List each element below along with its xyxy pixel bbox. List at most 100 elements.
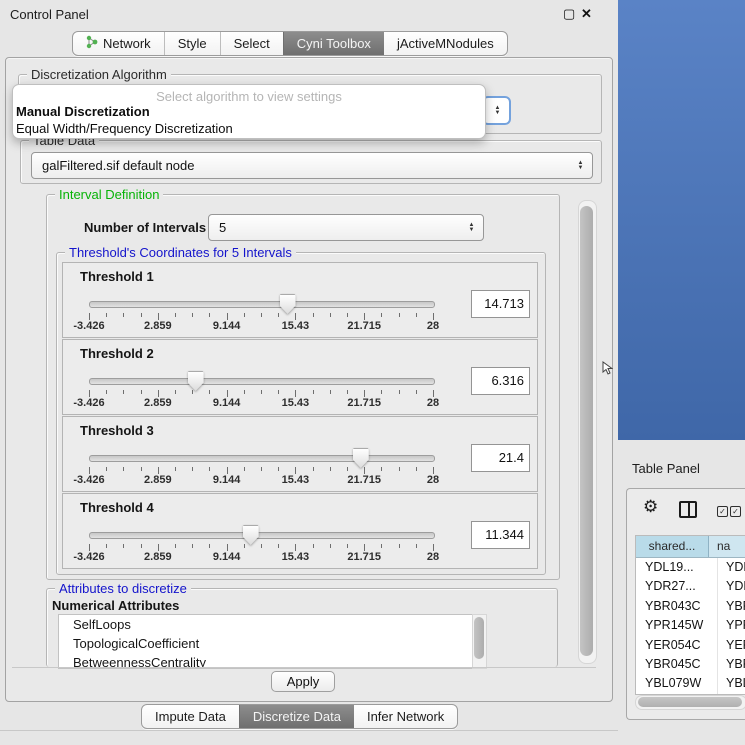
tab-discretize-data[interactable]: Discretize Data bbox=[239, 705, 354, 728]
threshold-value-field[interactable]: 21.4 bbox=[471, 444, 530, 472]
column-header-shared-name[interactable]: shared... bbox=[636, 536, 709, 557]
slider-track[interactable] bbox=[89, 301, 435, 308]
tick-mark bbox=[416, 390, 417, 394]
algorithm-combobox[interactable]: ▲▼ bbox=[482, 96, 511, 125]
table-row[interactable]: YPR145WYPR1 bbox=[636, 616, 745, 635]
attributes-list-scrollbar[interactable] bbox=[472, 614, 487, 669]
slider-track[interactable] bbox=[89, 532, 435, 539]
tick-mark bbox=[416, 544, 417, 548]
tick-label: 9.144 bbox=[197, 551, 257, 563]
numerical-attributes-list[interactable]: SelfLoopsTopologicalCoefficientBetweenne… bbox=[58, 614, 474, 669]
column-split-icon[interactable] bbox=[679, 501, 697, 518]
threshold-value-field[interactable]: 14.713 bbox=[471, 290, 530, 318]
float-window-icon[interactable]: ▢ bbox=[563, 6, 575, 22]
combobox-stepper-icon[interactable]: ▲▼ bbox=[467, 223, 476, 233]
table-row[interactable]: YER054CYER0 bbox=[636, 636, 745, 655]
slider-track[interactable] bbox=[89, 378, 435, 385]
tab-select[interactable]: Select bbox=[220, 32, 283, 55]
tick-label: 15.43 bbox=[265, 474, 325, 486]
network-icon bbox=[86, 35, 98, 52]
tick-mark bbox=[278, 544, 279, 548]
tick-mark bbox=[175, 467, 176, 471]
cell-shared-name: YBL079W bbox=[636, 674, 718, 693]
tab-label: Discretize Data bbox=[253, 709, 341, 724]
network-window-frame[interactable]: GAL80GACGAL11GAL4GCY1HHAP2 bbox=[618, 0, 745, 440]
tick-label: 28 bbox=[403, 397, 463, 409]
screenshot-root: { "window": {"title": "Control Panel"}, … bbox=[0, 0, 745, 745]
tab-label: Network bbox=[103, 36, 151, 51]
tab-style[interactable]: Style bbox=[164, 32, 220, 55]
thresholds-group-title: Threshold's Coordinates for 5 Intervals bbox=[65, 245, 296, 260]
close-icon[interactable]: ✕ bbox=[581, 6, 592, 22]
tab-label: Cyni Toolbox bbox=[297, 36, 371, 51]
tick-mark bbox=[278, 313, 279, 317]
tick-mark bbox=[295, 544, 296, 551]
checkbox-icon[interactable]: ✓ bbox=[717, 506, 728, 517]
tick-mark bbox=[416, 313, 417, 317]
tick-mark bbox=[141, 544, 142, 548]
tick-mark bbox=[209, 467, 210, 471]
settings-scrollbar[interactable] bbox=[578, 200, 597, 664]
tick-mark bbox=[399, 467, 400, 471]
combobox-stepper-icon[interactable]: ▲▼ bbox=[576, 161, 585, 171]
table-panel-title: Table Panel bbox=[632, 461, 700, 476]
table-row[interactable]: YBL079WYBL0 bbox=[636, 674, 745, 693]
bottom-tab-bar: Impute Data Discretize Data Infer Network bbox=[141, 704, 458, 729]
table-row[interactable]: YBR043CYBR0 bbox=[636, 597, 745, 616]
tick-label: 15.43 bbox=[265, 397, 325, 409]
table-row[interactable]: YDL19...YDL1 bbox=[636, 558, 745, 577]
tab-jactivemnodules[interactable]: jActiveMNodules bbox=[384, 32, 507, 55]
table-data-combobox[interactable]: galFiltered.sif default node ▲▼ bbox=[31, 152, 593, 179]
tick-mark bbox=[295, 313, 296, 320]
attributes-group-title: Attributes to discretize bbox=[55, 581, 191, 596]
dropdown-option-manual[interactable]: Manual Discretization bbox=[16, 104, 150, 119]
dropdown-option-equal-width[interactable]: Equal Width/Frequency Discretization bbox=[16, 121, 233, 136]
cell-name: YER0 bbox=[718, 636, 745, 655]
list-item[interactable]: TopologicalCoefficient bbox=[59, 634, 473, 653]
tick-mark bbox=[244, 544, 245, 548]
table-data-group: Table Data galFiltered.sif default node … bbox=[20, 140, 602, 184]
column-header-name[interactable]: na bbox=[709, 536, 745, 557]
tick-mark bbox=[227, 544, 228, 551]
attributes-list-scrollbar-thumb[interactable] bbox=[474, 617, 484, 659]
gear-icon[interactable]: ⚙ bbox=[643, 497, 658, 517]
checkbox-icons[interactable]: ✓✓ bbox=[715, 501, 741, 519]
tick-mark bbox=[330, 313, 331, 317]
slider-thumb[interactable] bbox=[353, 448, 369, 467]
table-hscrollbar[interactable] bbox=[635, 695, 745, 710]
tick-mark bbox=[399, 390, 400, 394]
combobox-stepper-icon[interactable]: ▲▼ bbox=[493, 106, 502, 116]
table-hscrollbar-thumb[interactable] bbox=[638, 697, 742, 707]
number-of-intervals-combobox[interactable]: 5 ▲▼ bbox=[208, 214, 484, 241]
apply-button[interactable]: Apply bbox=[271, 671, 335, 692]
tick-mark bbox=[123, 467, 124, 471]
slider-thumb[interactable] bbox=[280, 294, 296, 313]
tab-network[interactable]: Network bbox=[73, 32, 164, 55]
list-item[interactable]: SelfLoops bbox=[59, 615, 473, 634]
tab-cyni-toolbox[interactable]: Cyni Toolbox bbox=[283, 32, 384, 55]
tick-mark bbox=[141, 467, 142, 471]
slider-track[interactable] bbox=[89, 455, 435, 462]
tick-mark bbox=[381, 544, 382, 548]
slider-thumb[interactable] bbox=[188, 371, 204, 390]
algorithm-dropdown-popup: Select algorithm to view settings Manual… bbox=[12, 84, 486, 139]
settings-scrollbar-thumb[interactable] bbox=[580, 206, 593, 656]
tab-infer-network[interactable]: Infer Network bbox=[354, 705, 457, 728]
tick-mark bbox=[433, 467, 434, 474]
tick-label: 28 bbox=[403, 320, 463, 332]
tick-label: 9.144 bbox=[197, 320, 257, 332]
divider bbox=[0, 730, 618, 731]
threshold-value-field[interactable]: 11.344 bbox=[471, 521, 530, 549]
cell-name: YDL1 bbox=[718, 558, 745, 577]
node-table[interactable]: shared... na YDL19...YDL1YDR27...YDR2YBR… bbox=[635, 535, 745, 695]
table-row[interactable]: YDR27...YDR2 bbox=[636, 577, 745, 596]
tick-label: 9.144 bbox=[197, 397, 257, 409]
tick-mark bbox=[278, 390, 279, 394]
tick-mark bbox=[364, 313, 365, 320]
tab-impute-data[interactable]: Impute Data bbox=[142, 705, 239, 728]
threshold-value-field[interactable]: 6.316 bbox=[471, 367, 530, 395]
checkbox-icon[interactable]: ✓ bbox=[730, 506, 741, 517]
tick-label: 21.715 bbox=[334, 320, 394, 332]
table-row[interactable]: YBR045CYBR0 bbox=[636, 655, 745, 674]
slider-thumb[interactable] bbox=[243, 525, 259, 544]
